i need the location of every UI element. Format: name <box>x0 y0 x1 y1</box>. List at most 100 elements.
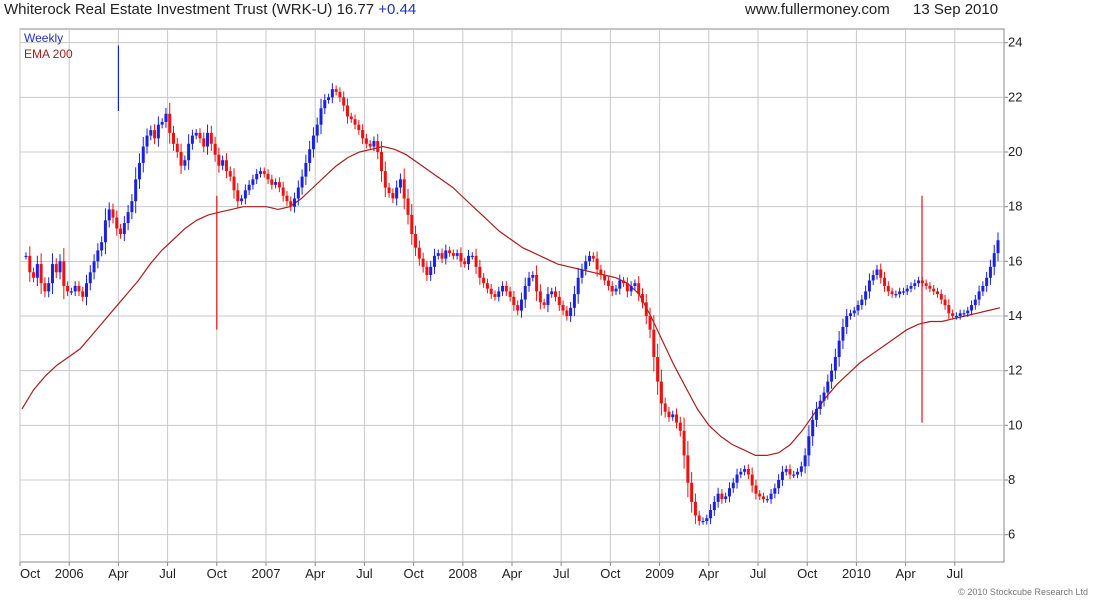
candle-body <box>614 288 618 292</box>
candle-body <box>928 285 932 289</box>
candle-body <box>909 285 913 289</box>
candle-body <box>580 269 584 278</box>
x-tick-label: 2007 <box>252 566 281 581</box>
candle-body <box>497 291 501 297</box>
candle-body <box>258 171 262 174</box>
candle-body <box>519 299 523 311</box>
candle-body <box>814 408 818 420</box>
candle-body <box>111 209 115 218</box>
candle-body <box>66 285 70 292</box>
x-tick-label: Oct <box>600 566 621 581</box>
candle-body <box>243 190 247 199</box>
candle-body <box>470 255 474 258</box>
candle-body <box>591 255 595 259</box>
x-tick-label: Oct <box>207 566 228 581</box>
candle-body <box>743 469 747 472</box>
candle-body <box>962 313 966 315</box>
candle-body <box>538 291 542 303</box>
candle-body <box>115 217 119 229</box>
candle-body <box>758 493 762 497</box>
candle-body <box>807 436 811 456</box>
candle-body <box>644 302 648 316</box>
legend-ema: EMA 200 <box>24 47 73 61</box>
candle-body <box>88 272 92 284</box>
candle-body <box>905 288 909 292</box>
y-tick-label: 6 <box>1008 527 1015 542</box>
candle-body <box>913 283 917 286</box>
candle-body <box>285 195 289 202</box>
candle-body <box>656 357 660 382</box>
candle-body <box>175 143 179 152</box>
candle-body <box>168 113 172 133</box>
candle-body <box>92 261 96 273</box>
candle-body <box>693 501 697 516</box>
candle-body <box>47 283 51 292</box>
candle-body <box>62 261 66 286</box>
candle-body <box>780 471 784 480</box>
candle-body <box>516 305 520 311</box>
candle-body <box>251 179 255 185</box>
x-tick-label: Apr <box>502 566 523 581</box>
candle-body <box>103 220 107 243</box>
candle-body <box>633 283 637 286</box>
candle-body <box>671 414 675 418</box>
candle-body <box>898 291 902 295</box>
candle-body <box>777 480 781 489</box>
candle-body <box>576 277 580 295</box>
candle-body <box>705 518 709 521</box>
candle-body <box>153 130 157 139</box>
candle-body <box>451 253 455 256</box>
y-tick-label: 24 <box>1008 35 1022 50</box>
candle-body <box>134 179 138 202</box>
candle-body <box>353 119 357 125</box>
candle-body <box>338 91 342 98</box>
candle-body <box>342 97 346 106</box>
candle-body <box>107 209 111 221</box>
candle-body <box>932 288 936 292</box>
candle-body <box>565 310 569 316</box>
x-tick-label: Apr <box>699 566 720 581</box>
candle-body <box>277 182 281 188</box>
candle-body <box>970 305 974 311</box>
candle-body <box>429 266 433 275</box>
candle-body <box>414 234 418 248</box>
candle-body <box>788 469 792 475</box>
x-tick-label: 2009 <box>645 566 674 581</box>
candle-body <box>648 316 652 330</box>
candle-body <box>364 138 368 144</box>
candle-body <box>357 124 361 131</box>
candle-body <box>281 187 285 196</box>
candle-body <box>686 455 690 483</box>
candle-body <box>973 299 977 306</box>
ema-series <box>21 145 1001 456</box>
candle-body <box>996 240 1000 254</box>
candle-body <box>546 294 550 306</box>
candle-body <box>73 285 77 292</box>
candle-body <box>463 261 467 265</box>
candle-body <box>618 280 622 289</box>
candle-body <box>440 253 444 259</box>
candle-body <box>334 89 338 92</box>
candle-body <box>395 187 399 199</box>
candle-body <box>330 89 334 98</box>
candle-body <box>372 141 376 147</box>
candle-body <box>391 193 395 199</box>
candle-body <box>584 261 588 270</box>
candle-body <box>981 285 985 292</box>
candle-body <box>792 474 796 476</box>
candle-body <box>380 152 384 172</box>
candle-body <box>160 121 164 125</box>
candle-body <box>606 280 610 286</box>
candle-body <box>894 294 898 296</box>
candle-body <box>240 198 244 202</box>
candle-body <box>156 124 160 139</box>
candle-body <box>236 190 240 202</box>
candle-body <box>179 152 183 166</box>
candle-body <box>508 291 512 297</box>
candle-body <box>327 97 331 101</box>
candle-body <box>561 305 565 311</box>
candle-body <box>523 285 527 300</box>
candle-body <box>709 510 713 519</box>
candle-body <box>848 313 852 316</box>
candle-body <box>293 198 297 207</box>
